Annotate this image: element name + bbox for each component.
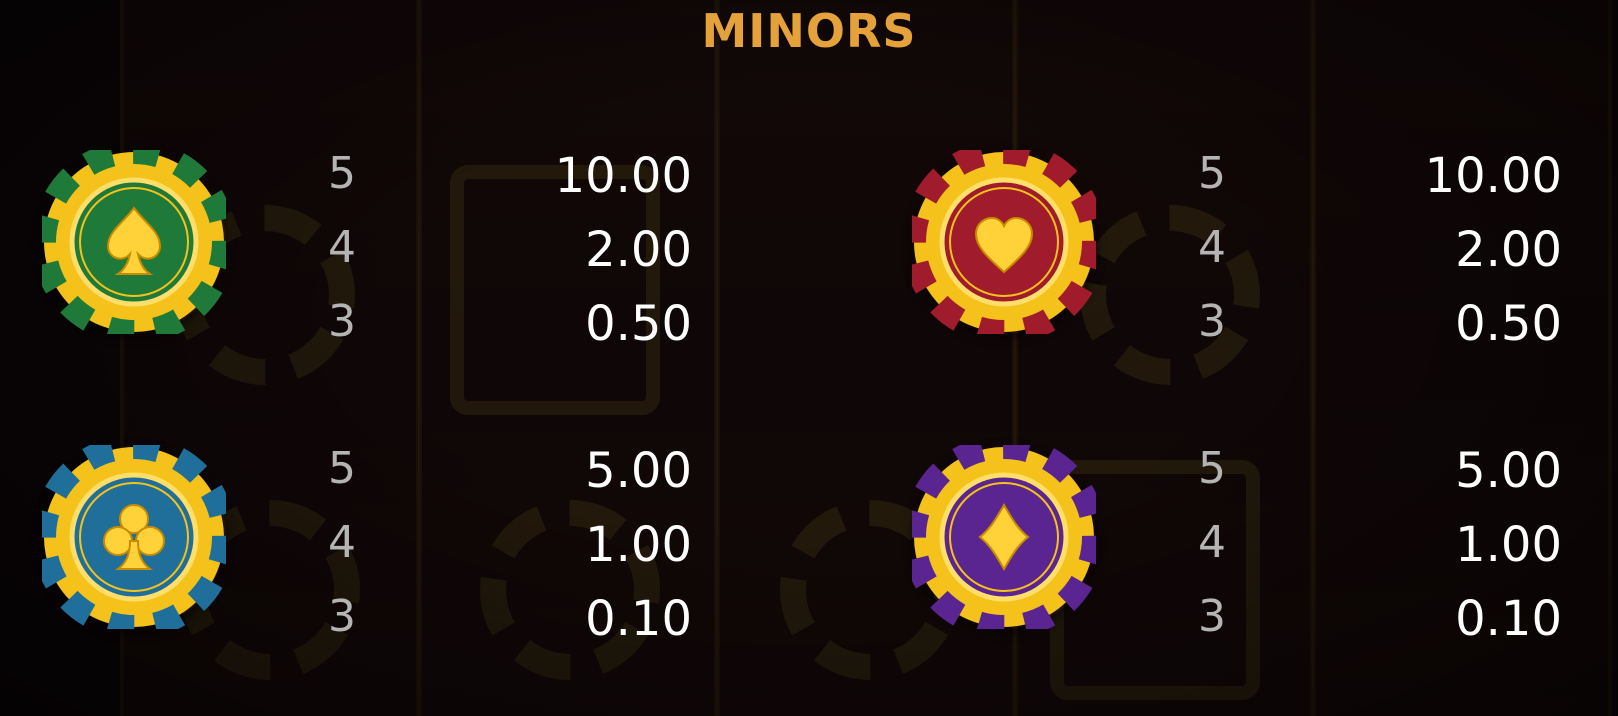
club-chip: [42, 445, 226, 629]
symbol-count: 5: [1198, 443, 1226, 494]
symbol-count: 3: [1198, 591, 1226, 642]
pay-row: 3 0.50: [292, 296, 692, 372]
heart-chip: [912, 150, 1096, 334]
pay-row: 4 1.00: [1162, 517, 1562, 593]
pay-row: 4 2.00: [1162, 222, 1562, 298]
symbol-count: 5: [328, 443, 356, 494]
pay-row: 3 0.10: [1162, 591, 1562, 667]
pay-value: 1.00: [585, 517, 692, 573]
symbol-count: 4: [1198, 517, 1226, 568]
pay-value: 10.00: [1424, 148, 1562, 204]
symbol-count: 4: [328, 517, 356, 568]
pay-value: 5.00: [585, 443, 692, 499]
pay-row: 5 10.00: [292, 148, 692, 224]
pay-value: 0.50: [1455, 296, 1562, 352]
paytable-entry-heart: 5 10.00 4 2.00 3 0.50: [912, 148, 1618, 352]
symbol-count: 4: [328, 222, 356, 273]
symbol-count: 5: [1198, 148, 1226, 199]
pay-value: 2.00: [585, 222, 692, 278]
symbol-count: 5: [328, 148, 356, 199]
paytable-entry-spade: 5 10.00 4 2.00 3 0.50: [42, 148, 822, 352]
spade-chip: [42, 150, 226, 334]
paytable-entry-club: 5 5.00 4 1.00 3 0.10: [42, 443, 822, 647]
pay-row: 4 2.00: [292, 222, 692, 298]
pay-value: 5.00: [1455, 443, 1562, 499]
symbol-count: 4: [1198, 222, 1226, 273]
pay-value: 10.00: [554, 148, 692, 204]
pay-row: 5 5.00: [1162, 443, 1562, 519]
symbol-count: 3: [1198, 296, 1226, 347]
symbol-count: 3: [328, 591, 356, 642]
pay-row: 3 0.10: [292, 591, 692, 667]
paytable-entry-diamond: 5 5.00 4 1.00 3 0.10: [912, 443, 1618, 647]
pay-row: 5 10.00: [1162, 148, 1562, 224]
diamond-chip: [912, 445, 1096, 629]
pay-row: 3 0.50: [1162, 296, 1562, 372]
pay-value: 0.10: [585, 591, 692, 647]
section-title: MINORS: [701, 4, 917, 58]
pay-value: 1.00: [1455, 517, 1562, 573]
pay-row: 4 1.00: [292, 517, 692, 593]
pay-value: 2.00: [1455, 222, 1562, 278]
pay-value: 0.50: [585, 296, 692, 352]
pay-row: 5 5.00: [292, 443, 692, 519]
symbol-count: 3: [328, 296, 356, 347]
pay-value: 0.10: [1455, 591, 1562, 647]
